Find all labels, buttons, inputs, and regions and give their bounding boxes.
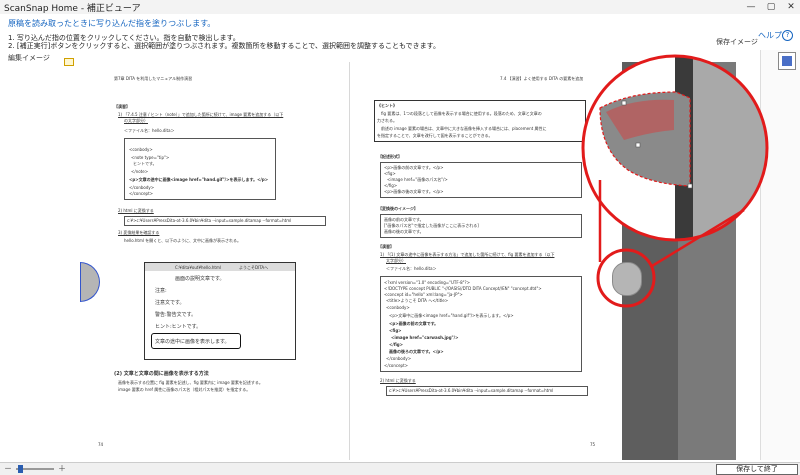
left-code-box: <conbody> <note type="tip"> ヒントです。 </not… [124,138,276,200]
left-command-box: c:¥>c:¥Users¥PressDita-ot-3.6.0¥bin¥dita… [124,216,326,226]
select-tool-icon[interactable] [64,58,74,66]
right-syntax-title: 【記述形式】 [378,154,402,159]
zoom-out-button[interactable]: － [4,463,12,474]
browser-screenshot: C:¥dita¥out¥hello.html ようこそDITAへ 画面の説明文章… [144,262,296,360]
help-icon[interactable]: ? [782,30,793,41]
window-title: ScanSnap Home - 補正ビューア [4,4,141,14]
browser-address-bar: C:¥dita¥out¥hello.html ようこそDITAへ [145,263,295,271]
edit-image-label: 編集イメージ [8,54,50,62]
left-page-number: 74 [98,442,104,447]
instruction-headline: 原稿を読み取ったときに写り込んだ指を塗りつぶします。 [8,19,216,28]
saved-image-label: 保存イメージ [716,38,758,46]
right-code-box: <?xml version="1.0" encoding="UTF-8"?> <… [380,276,582,372]
right-page-number: 75 [590,442,596,447]
right-page: 7.4 【演習】よく使用する DITA の要素を追加 《ヒント》 fig 要素は… [350,62,622,460]
left-page: 第7章 DITA を利用したマニュアル制作演習 【演習】 1) 「7.4.5 注… [78,62,350,460]
minimize-button[interactable]: — [742,0,760,14]
right-exercise-text: 1) 「(1) 文章の途中に画像を表示する方法」で追加した箇所に続けて、fig … [380,252,555,257]
left-exercise-title: 【演習】 [114,104,130,109]
scan-background-edge-outer [678,62,736,460]
close-button[interactable]: ✕ [782,0,800,14]
right-command-box: c:¥>c:¥Users¥PressDita-ot-3.6.0¥bin¥dita… [386,386,588,396]
right-step-2: 2) html に変換する [380,378,416,383]
right-result-title: 【変換後のイメージ】 [378,206,418,211]
browser-highlight-box: 文章の途中に画像を表示します。 [151,333,241,349]
left-page-header: 第7章 DITA を利用したマニュアル制作演習 [114,76,193,81]
right-result-box: 画像の前の文章です。 ["画像のパス名"で指定した画像がここに表示される] 画像… [380,214,582,238]
thumbnail-image [782,56,792,66]
maximize-button[interactable]: ▢ [762,0,780,14]
left-exercise-text2: の太字部分） [124,118,148,123]
left-section-title: (2) 文章と文章の間に画像を表示する方法 [114,371,209,377]
title-bar: ScanSnap Home - 補正ビューア — ▢ ✕ [0,0,800,14]
right-exercise-text2: 太字部分） [386,258,406,263]
status-bar [0,462,800,475]
saved-image-thumbnail[interactable] [778,52,796,70]
help-link[interactable]: ヘルプ [758,30,782,41]
left-step-3-text: hello.html を開くと、以下のように、文中に画像が表示される。 [124,238,241,243]
preview-panel [760,50,800,460]
right-exercise-title: 【演習】 [378,244,394,249]
zoom-slider-thumb[interactable] [18,465,23,473]
left-section-text-1: 画像を表示する位置に fig 要素を記述し、fig 要素内に image 要素を… [118,380,263,385]
finger-mark-right[interactable] [612,262,642,296]
left-file-label: ＜ファイル名：hello.dita＞ [124,128,175,133]
zoom-in-button[interactable]: ＋ [58,463,66,474]
left-section-text-2: image 要素の href 属性に画像のパス名（相対パスを推奨）を指定する。 [118,387,251,392]
left-step-2: 2) html に変換する [118,208,154,213]
save-and-finish-button[interactable]: 保存して終了 [716,464,798,475]
instruction-step-2: 2. [補正実行]ボタンをクリックすると、選択範囲が塗りつぶされます。複数箇所を… [8,42,440,50]
left-step-3: 3) 変換結果を確認する [118,230,160,235]
right-hint-box: 《ヒント》 fig 要素は、1つの段落として画像を表示する場合に使用する。段落の… [374,100,586,142]
right-syntax-box: <p>画像の前の文章です。</p> <fig> <image href="画像の… [380,162,582,198]
right-page-header: 7.4 【演習】よく使用する DITA の要素を追加 [500,76,584,81]
scan-image-area[interactable]: 第7章 DITA を利用したマニュアル制作演習 【演習】 1) 「7.4.5 注… [78,62,736,460]
right-file-label: ＜ファイル名：hello.dita＞ [386,266,437,271]
